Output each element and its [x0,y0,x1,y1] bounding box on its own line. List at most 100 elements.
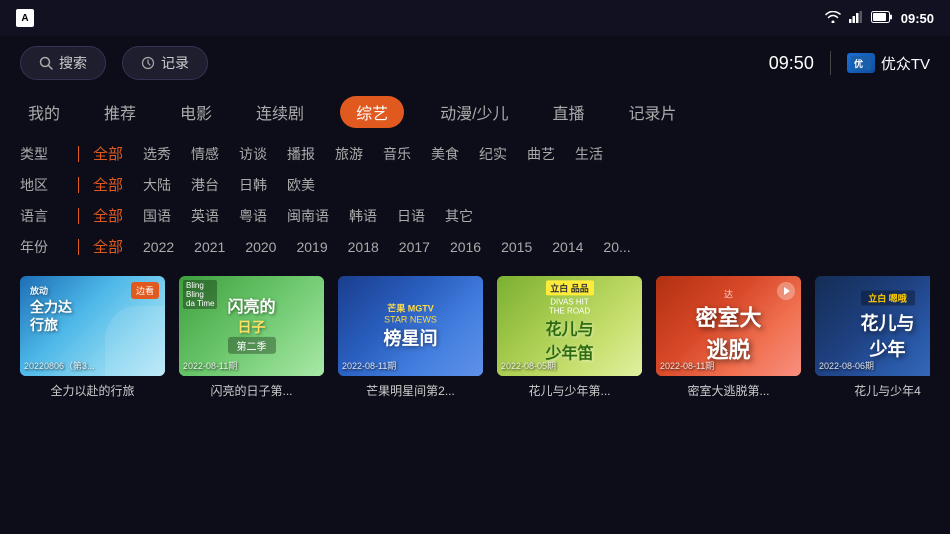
filter-row-lang: 语言 全部 国语 英语 粤语 闽南语 韩语 日语 其它 [20,200,930,231]
card-6-title: 花儿与少年4 [815,382,930,399]
card-6[interactable]: 立白 嗯哦 花儿与 少年 2022-08-06期 花儿与少年4 [815,276,930,399]
status-bar: A 09:50 [0,0,950,36]
filter-region-sep [78,177,79,193]
logo-icon: 优 [847,53,875,73]
filter-region-all[interactable]: 全部 [93,174,123,195]
filter-year-2016[interactable]: 2016 [450,239,481,255]
filter-year-label: 年份 [20,237,64,257]
wifi-icon [825,11,841,26]
card-5[interactable]: 达 密室大 逃脱 2022-08-11期 密室大逃脱第... [656,276,801,399]
filter-type-real[interactable]: 纪实 [479,144,507,164]
card-1-title: 全力以赴的行旅 [20,382,165,399]
card-1[interactable]: 放动 全力达 行旅 边看 20220806（第3... 全力以赴的行旅 [20,276,165,399]
filter-lang-other[interactable]: 其它 [445,206,473,226]
filter-lang-mandarin[interactable]: 国语 [143,206,171,226]
svg-text:优: 优 [854,58,863,69]
card-3[interactable]: 芒果 MGTV STAR NEWS 榜星间 2022-08-11期 芒果明星间第… [338,276,483,399]
filter-type-music[interactable]: 音乐 [383,144,411,164]
card-3-title: 芒果明星间第2... [338,382,483,399]
filter-region-japan-korea[interactable]: 日韩 [239,175,267,195]
filter-type-art[interactable]: 曲艺 [527,144,555,164]
status-bar-left: A [16,9,34,27]
filter-year-2018[interactable]: 2018 [348,239,379,255]
filter-region-hktw[interactable]: 港台 [191,175,219,195]
nav-item-series[interactable]: 连续剧 [248,96,312,128]
card-2-date: 2022-08-11期 [183,359,237,372]
card-1-badge: 边看 [131,282,159,299]
filter-type-emotion[interactable]: 情感 [191,144,219,164]
filter-region-mainland[interactable]: 大陆 [143,175,171,195]
card-3-date: 2022-08-11期 [342,359,396,372]
signal-icon [849,11,863,26]
card-1-thumb: 放动 全力达 行旅 边看 20220806（第3... [20,276,165,376]
android-icon: A [16,9,34,27]
filter-year-2021[interactable]: 2021 [194,239,225,255]
filter-type-food[interactable]: 美食 [431,144,459,164]
filter-year-2015[interactable]: 2015 [501,239,532,255]
header-time: 09:50 [769,53,814,74]
header-right: 09:50 优 优众TV [769,51,930,75]
nav-item-mine[interactable]: 我的 [20,96,68,128]
card-2-title: 闪亮的日子第... [179,382,324,399]
filter-type-news[interactable]: 播报 [287,144,315,164]
filter-year-2019[interactable]: 2019 [296,239,327,255]
filter-type-talk[interactable]: 访谈 [239,144,267,164]
filter-lang-korean[interactable]: 韩语 [349,206,377,226]
record-button[interactable]: 记录 [122,46,208,80]
brand-logo: 优 优众TV [847,53,930,74]
filter-lang-hokkien[interactable]: 闽南语 [287,206,329,226]
card-4[interactable]: 立白 品品 DIVAS HITTHE ROAD 花儿与 少年笛 2022-08-… [497,276,642,399]
filter-lang-all[interactable]: 全部 [93,205,123,226]
nav-item-anime[interactable]: 动漫/少儿 [432,96,516,128]
filter-lang-sep [78,208,79,224]
filter-lang-cantonese[interactable]: 粤语 [239,206,267,226]
card-3-thumb: 芒果 MGTV STAR NEWS 榜星间 2022-08-11期 [338,276,483,376]
filter-row-type: 类型 全部 选秀 情感 访谈 播报 旅游 音乐 美食 纪实 曲艺 生活 [20,138,930,169]
filter-type-sep [78,146,79,162]
filter-type-label: 类型 [20,144,64,164]
filter-region-label: 地区 [20,175,64,195]
status-bar-right: 09:50 [825,11,934,26]
search-bar: 搜索 记录 09:50 优 优众TV [0,36,950,90]
filter-lang-japanese[interactable]: 日语 [397,206,425,226]
card-6-thumb: 立白 嗯哦 花儿与 少年 2022-08-06期 [815,276,930,376]
nav-item-variety[interactable]: 综艺 [340,96,404,128]
card-6-date: 2022-08-06期 [819,359,874,372]
search-button[interactable]: 搜索 [20,46,106,80]
filter-year-2022[interactable]: 2022 [143,239,174,255]
filter-year-2014[interactable]: 2014 [552,239,583,255]
filter-region-west[interactable]: 欧美 [287,175,315,195]
nav-item-recommend[interactable]: 推荐 [96,96,144,128]
filter-panel: 类型 全部 选秀 情感 访谈 播报 旅游 音乐 美食 纪实 曲艺 生活 地区 全… [0,134,950,266]
filter-type-life[interactable]: 生活 [575,144,603,164]
filter-row-region: 地区 全部 大陆 港台 日韩 欧美 [20,169,930,200]
filter-row-year: 年份 全部 2022 2021 2020 2019 2018 2017 2016… [20,231,930,262]
nav-item-documentary[interactable]: 记录片 [621,96,685,128]
filter-year-2017[interactable]: 2017 [399,239,430,255]
card-5-date: 2022-08-11期 [660,359,714,372]
main-nav: 我的 推荐 电影 连续剧 综艺 动漫/少儿 直播 记录片 [0,90,950,134]
card-2[interactable]: 闪亮的 日子 第二季 BlingBlingda Time 2022-08-11期… [179,276,324,399]
filter-lang-english[interactable]: 英语 [191,206,219,226]
card-5-title: 密室大逃脱第... [656,382,801,399]
card-4-title: 花儿与少年第... [497,382,642,399]
filter-type-all[interactable]: 全部 [93,143,123,164]
card-1-date: 20220806（第3... [24,359,95,372]
filter-type-talent[interactable]: 选秀 [143,144,171,164]
brand-name: 优众TV [881,53,930,74]
nav-item-live[interactable]: 直播 [545,96,593,128]
content-area: 放动 全力达 行旅 边看 20220806（第3... 全力以赴的行旅 闪亮的 [0,266,950,399]
card-4-thumb: 立白 品品 DIVAS HITTHE ROAD 花儿与 少年笛 2022-08-… [497,276,642,376]
record-label: 记录 [161,53,189,73]
battery-icon [871,11,893,26]
filter-year-sep [78,239,79,255]
filter-lang-label: 语言 [20,206,64,226]
card-5-thumb: 达 密室大 逃脱 2022-08-11期 [656,276,801,376]
filter-year-2020[interactable]: 2020 [245,239,276,255]
nav-item-movie[interactable]: 电影 [172,96,220,128]
filter-type-travel[interactable]: 旅游 [335,144,363,164]
card-4-date: 2022-08-05期 [501,359,556,372]
search-label: 搜索 [59,53,87,73]
filter-year-all[interactable]: 全部 [93,236,123,257]
filter-year-more[interactable]: 20... [603,239,630,255]
